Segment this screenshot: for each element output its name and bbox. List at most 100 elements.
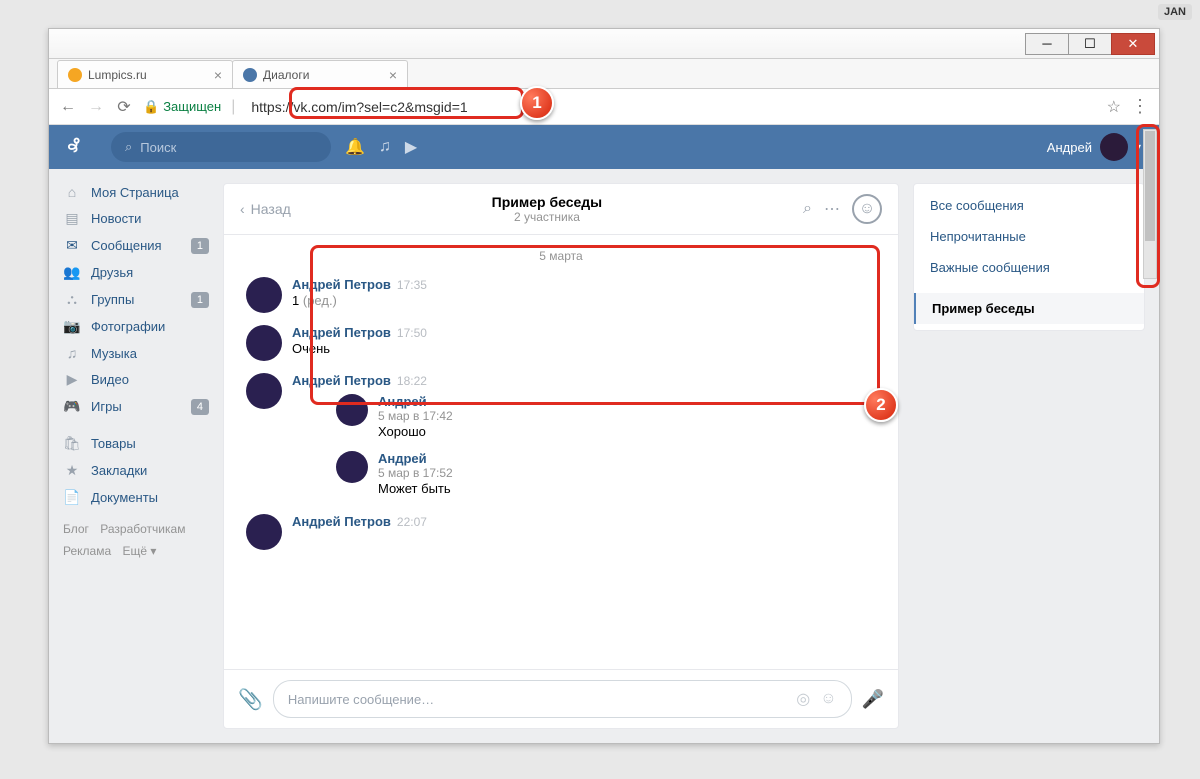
message-from[interactable]: Андрей Петров xyxy=(292,325,391,340)
nav-news[interactable]: ▤ Новости xyxy=(49,205,223,232)
nav-photos[interactable]: 📷 Фотографии xyxy=(49,313,223,340)
camera-icon[interactable]: ◎ xyxy=(796,689,810,709)
date-divider: 5 марта xyxy=(246,241,876,271)
search-icon[interactable]: ⌕ xyxy=(803,200,812,218)
nav-label: Закладки xyxy=(91,463,147,478)
message[interactable]: Андрей Петров18:22 Андрей 5 мар в 17:42 … xyxy=(246,367,876,508)
badge: 1 xyxy=(191,238,209,254)
mic-icon[interactable]: 🎤 xyxy=(862,689,884,710)
attach-icon[interactable]: 📎 xyxy=(238,687,263,712)
back-button[interactable]: ‹ Назад xyxy=(240,201,291,217)
doc-icon: 📄 xyxy=(63,489,81,506)
rp-unread[interactable]: Непрочитанные xyxy=(914,221,1144,252)
tab-close-icon[interactable]: × xyxy=(389,67,397,83)
nav-docs[interactable]: 📄Документы xyxy=(49,484,223,511)
message-time: 17:50 xyxy=(397,326,427,340)
nav-friends[interactable]: 👥Друзья xyxy=(49,259,223,286)
badge: 1 xyxy=(191,292,209,308)
footer-link[interactable]: Разработчикам xyxy=(100,522,185,536)
back-icon[interactable]: ← xyxy=(59,98,77,116)
tab-close-icon[interactable]: × xyxy=(214,67,222,83)
left-nav: ⌂Моя Страница ▤ Новости ✉Сообщения1 👥Друз… xyxy=(49,169,223,743)
page-scrollbar[interactable] xyxy=(1143,129,1157,279)
video-icon[interactable]: ▶ xyxy=(405,137,417,157)
vk-page: ꘩ ⌕ Поиск 🔔 ♫ ▶ Андрей ▾ ⌂Моя Страница ▤… xyxy=(49,125,1159,743)
nav-music[interactable]: ♫Музыка xyxy=(49,340,223,366)
footer-link[interactable]: Блог xyxy=(63,522,89,536)
nav-label: Друзья xyxy=(91,265,133,280)
nav-bookmarks[interactable]: ★ Закладки xyxy=(49,457,223,484)
nav-messages[interactable]: ✉Сообщения1 xyxy=(49,232,223,259)
tab-label: Диалоги xyxy=(263,68,309,82)
pinned-icon[interactable]: ☺ xyxy=(852,194,882,224)
avatar xyxy=(246,277,282,313)
bookmark-icon[interactable]: ☆ xyxy=(1107,97,1121,117)
message-from[interactable]: Андрей xyxy=(378,394,427,409)
vk-logo-icon[interactable]: ꘩ xyxy=(67,136,97,158)
notifications-icon[interactable]: 🔔 xyxy=(345,137,365,157)
star-icon: ★ xyxy=(63,462,81,479)
minimize-button[interactable]: ─ xyxy=(1025,33,1069,55)
message[interactable]: Андрей Петров22:07 xyxy=(246,508,876,556)
maximize-button[interactable]: ☐ xyxy=(1068,33,1112,55)
secure-indicator: 🔒 Защищен xyxy=(143,99,221,115)
message-time: 18:22 xyxy=(397,374,427,388)
rp-all[interactable]: Все сообщения xyxy=(914,190,1144,221)
tabstrip: Lumpics.ru × Диалоги × xyxy=(49,59,1159,89)
message-input[interactable]: Напишите сообщение… ◎ ☺ xyxy=(273,680,852,718)
message-text: 1 xyxy=(292,293,299,308)
message-from[interactable]: Андрей Петров xyxy=(292,514,391,529)
nav-label: Музыка xyxy=(91,346,137,361)
tab-lumpics[interactable]: Lumpics.ru × xyxy=(57,60,233,88)
avatar xyxy=(246,325,282,361)
close-button[interactable]: ✕ xyxy=(1111,33,1155,55)
camera-icon: 📷 xyxy=(63,318,81,335)
smile-icon[interactable]: ☺ xyxy=(820,690,836,708)
avatar xyxy=(336,451,368,483)
rp-important[interactable]: Важные сообщения xyxy=(914,252,1144,283)
search-input[interactable]: ⌕ Поиск xyxy=(111,132,331,162)
message[interactable]: Андрей Петров 17:50 Очень xyxy=(246,319,876,367)
menu-icon[interactable]: ⋮ xyxy=(1131,96,1149,117)
avatar xyxy=(246,514,282,550)
composer: 📎 Напишите сообщение… ◎ ☺ 🎤 xyxy=(224,669,898,728)
news-icon: ▤ xyxy=(63,210,81,227)
nav-label: Новости xyxy=(91,211,141,226)
scrollbar-thumb[interactable] xyxy=(1145,131,1155,241)
forward-icon[interactable]: → xyxy=(87,98,105,116)
reload-icon[interactable]: ⟳ xyxy=(115,97,133,117)
tab-dialogs[interactable]: Диалоги × xyxy=(232,60,408,88)
forwarded-message: Андрей 5 мар в 17:52 Может быть xyxy=(336,445,453,502)
message-text: Хорошо xyxy=(378,424,453,439)
message-from[interactable]: Андрей Петров xyxy=(292,373,391,388)
message-text: Очень xyxy=(292,341,427,356)
vk-header: ꘩ ⌕ Поиск 🔔 ♫ ▶ Андрей ▾ xyxy=(49,125,1159,169)
footer-link[interactable]: Реклама xyxy=(63,544,111,558)
message-area[interactable]: 5 марта Андрей Петров17:35 1 (ред.) xyxy=(224,235,898,669)
message-from[interactable]: Андрей xyxy=(378,451,427,466)
url-input[interactable]: https://vk.com/im?sel=c2&msgid=1 xyxy=(245,96,1096,118)
browser-window: ─ ☐ ✕ Lumpics.ru × Диалоги × ← → ⟳ 🔒 Защ… xyxy=(48,28,1160,744)
nav-groups[interactable]: ⛬Группы1 xyxy=(49,286,223,313)
nav-label: Моя Страница xyxy=(91,185,179,200)
back-label: Назад xyxy=(251,201,291,217)
chevron-down-icon: ▾ xyxy=(1136,142,1141,153)
more-icon[interactable]: ⋯ xyxy=(824,199,840,219)
chat-column: ‹ Назад Пример беседы 2 участника ⌕ ⋯ ☺ xyxy=(223,183,899,729)
music-icon[interactable]: ♫ xyxy=(379,138,391,156)
nav-games[interactable]: 🎮Игры4 xyxy=(49,393,223,420)
rp-current-chat[interactable]: Пример беседы xyxy=(914,293,1144,324)
secure-label: Защищен xyxy=(163,99,221,114)
nav-label: Видео xyxy=(91,372,129,387)
chat-title-block: Пример беседы 2 участника xyxy=(291,194,803,224)
nav-label: Фотографии xyxy=(91,319,165,334)
message[interactable]: Андрей Петров17:35 1 (ред.) xyxy=(246,271,876,319)
message-time: 17:35 xyxy=(397,278,427,292)
messages-icon: ✉ xyxy=(63,237,81,254)
nav-video[interactable]: ▶Видео xyxy=(49,366,223,393)
nav-my-page[interactable]: ⌂Моя Страница xyxy=(49,179,223,205)
nav-market[interactable]: 🛍Товары xyxy=(49,430,223,457)
user-menu[interactable]: Андрей ▾ xyxy=(1047,133,1141,161)
footer-link[interactable]: Ещё ▾ xyxy=(122,544,156,558)
message-from[interactable]: Андрей Петров xyxy=(292,277,391,292)
